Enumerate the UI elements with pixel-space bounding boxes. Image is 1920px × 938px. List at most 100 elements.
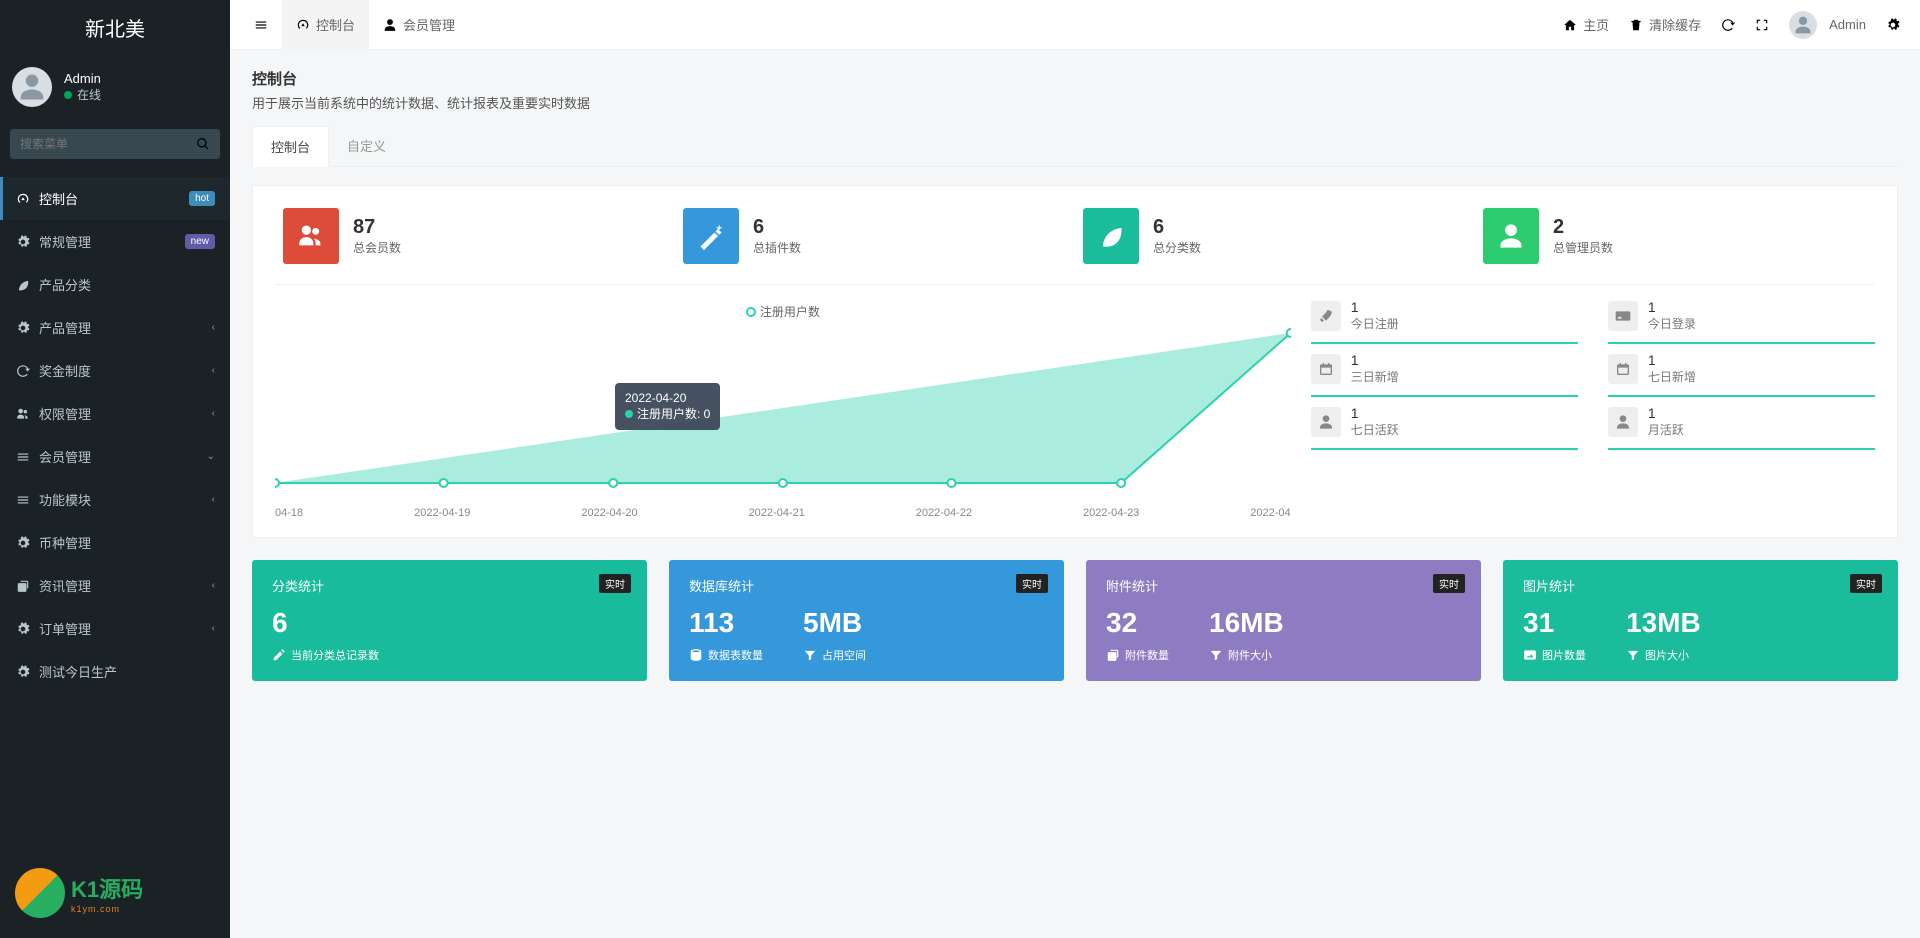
mini-stat: 1今日注册 [1311,299,1578,344]
sidebar-item[interactable]: 产品管理‹ [0,306,230,349]
x-axis-label: 04-18 [275,507,303,519]
users-icon [15,406,31,422]
user-icon [383,18,397,32]
stat-number: 87 [353,216,401,239]
legend-dot-icon [746,307,756,317]
x-axis-label: 2022-04-19 [414,507,470,519]
sidebar-item[interactable]: 会员管理 ⌄ [0,435,230,478]
leaf-icon [15,277,31,293]
sidebar-item[interactable]: 产品分类 [0,263,230,306]
user-circle-icon [1608,407,1638,437]
sidebar-item[interactable]: 权限管理‹ [0,392,230,435]
menu-label: 会员管理 [39,447,91,466]
user-avatar[interactable] [12,67,52,107]
id-card-icon [1608,301,1638,331]
sidebar-item[interactable]: 奖金制度 ‹ [0,349,230,392]
stat-number: 2 [1553,216,1613,239]
news-icon [15,578,31,594]
menu-label: 功能模块 [39,490,91,509]
topbar-user[interactable]: Admin [1779,0,1876,50]
menu-label: 奖金制度 [39,361,91,380]
user-circle-icon [1311,407,1341,437]
sidebar-item[interactable]: 控制台 hot [0,177,230,220]
sidebar-search [10,129,220,159]
stat-label: 总插件数 [753,239,801,256]
page-title: 控制台 [252,68,1898,89]
list-icon [15,492,31,508]
stat-number: 6 [1153,216,1201,239]
refresh-button[interactable] [1711,0,1745,50]
toggle-sidebar-button[interactable] [240,0,282,50]
stat-card: 6总分类数 [1075,204,1475,285]
realtime-badge: 实时 [599,574,631,593]
badge: hot [189,191,215,206]
x-axis-label: 2022-04-20 [581,507,637,519]
menu-label: 测试今日生产 [39,662,117,681]
sidebar-item[interactable]: 订单管理‹ [0,607,230,650]
page-header: 控制台 用于展示当前系统中的统计数据、统计报表及重要实时数据 [252,68,1898,112]
sidebar-item[interactable]: 功能模块‹ [0,478,230,521]
x-axis-label: 2022-04 [1250,507,1290,519]
magic-icon [683,208,739,264]
recycle-icon [15,363,31,379]
sidebar-item[interactable]: 币种管理 [0,521,230,564]
content-tab[interactable]: 控制台 [252,126,329,167]
mini-stat: 1七日活跃 [1311,405,1578,450]
avatar-icon [1789,11,1817,39]
chevron-left-icon: ‹ [212,623,215,634]
menu-label: 控制台 [39,189,78,208]
summary-panel: 图片统计实时31图片数量13MB图片大小 [1503,560,1898,681]
filter-icon [1209,648,1223,662]
top-tab[interactable]: 控制台 [282,0,369,50]
stat-card: 87总会员数 [275,204,675,285]
x-axis-label: 2022-04-22 [916,507,972,519]
sidebar-item[interactable]: 资讯管理‹ [0,564,230,607]
trash-icon [1629,18,1643,32]
dashboard-icon [296,18,310,32]
realtime-badge: 实时 [1850,574,1882,593]
menu-label: 常规管理 [39,232,91,251]
search-button[interactable] [186,129,220,159]
watermark: K1源码 k1ym.com [0,848,230,938]
menu-label: 产品管理 [39,318,91,337]
mini-stat: 1三日新增 [1311,352,1578,397]
search-icon [196,137,210,151]
x-axis-label: 2022-04-23 [1083,507,1139,519]
summary-panel: 附件统计实时32附件数量16MB附件大小 [1086,560,1481,681]
refresh-icon [1721,18,1735,32]
mini-stat: 1月活跃 [1608,405,1875,450]
x-axis-label: 2022-04-21 [749,507,805,519]
stat-label: 总分类数 [1153,239,1201,256]
cogs-icon [15,234,31,250]
diamond-icon [15,320,31,336]
filter-icon [803,648,817,662]
home-icon [1563,18,1577,32]
sidebar-item[interactable]: 常规管理new [0,220,230,263]
user-name: Admin [64,71,101,86]
menu-label: 产品分类 [39,275,91,294]
user-status: 在线 [64,86,101,103]
expand-icon [1755,18,1769,32]
realtime-badge: 实时 [1433,574,1465,593]
registration-chart: 注册用户数 [275,299,1291,519]
sidebar-item[interactable]: 测试今日生产 [0,650,230,693]
clear-cache-button[interactable]: 清除缓存 [1619,0,1711,50]
circle-icon [15,664,31,680]
settings-button[interactable] [1876,0,1910,50]
chevron-left-icon: ‹ [212,365,215,376]
filter-icon [1626,648,1640,662]
content-tab[interactable]: 自定义 [329,126,404,166]
search-input[interactable] [10,129,186,159]
database-icon [689,648,703,662]
top-tab[interactable]: 会员管理 [369,0,469,50]
page-tabs: 控制台自定义 [252,126,1898,167]
copy-icon [1106,648,1120,662]
mini-stat: 1七日新增 [1608,352,1875,397]
realtime-badge: 实时 [1016,574,1048,593]
home-link[interactable]: 主页 [1553,0,1619,50]
fullscreen-button[interactable] [1745,0,1779,50]
rocket-icon [1311,301,1341,331]
chevron-down-icon: ⌄ [207,451,215,462]
list-icon [15,449,31,465]
topbar: 控制台会员管理 主页 清除缓存 Admin [230,0,1920,50]
